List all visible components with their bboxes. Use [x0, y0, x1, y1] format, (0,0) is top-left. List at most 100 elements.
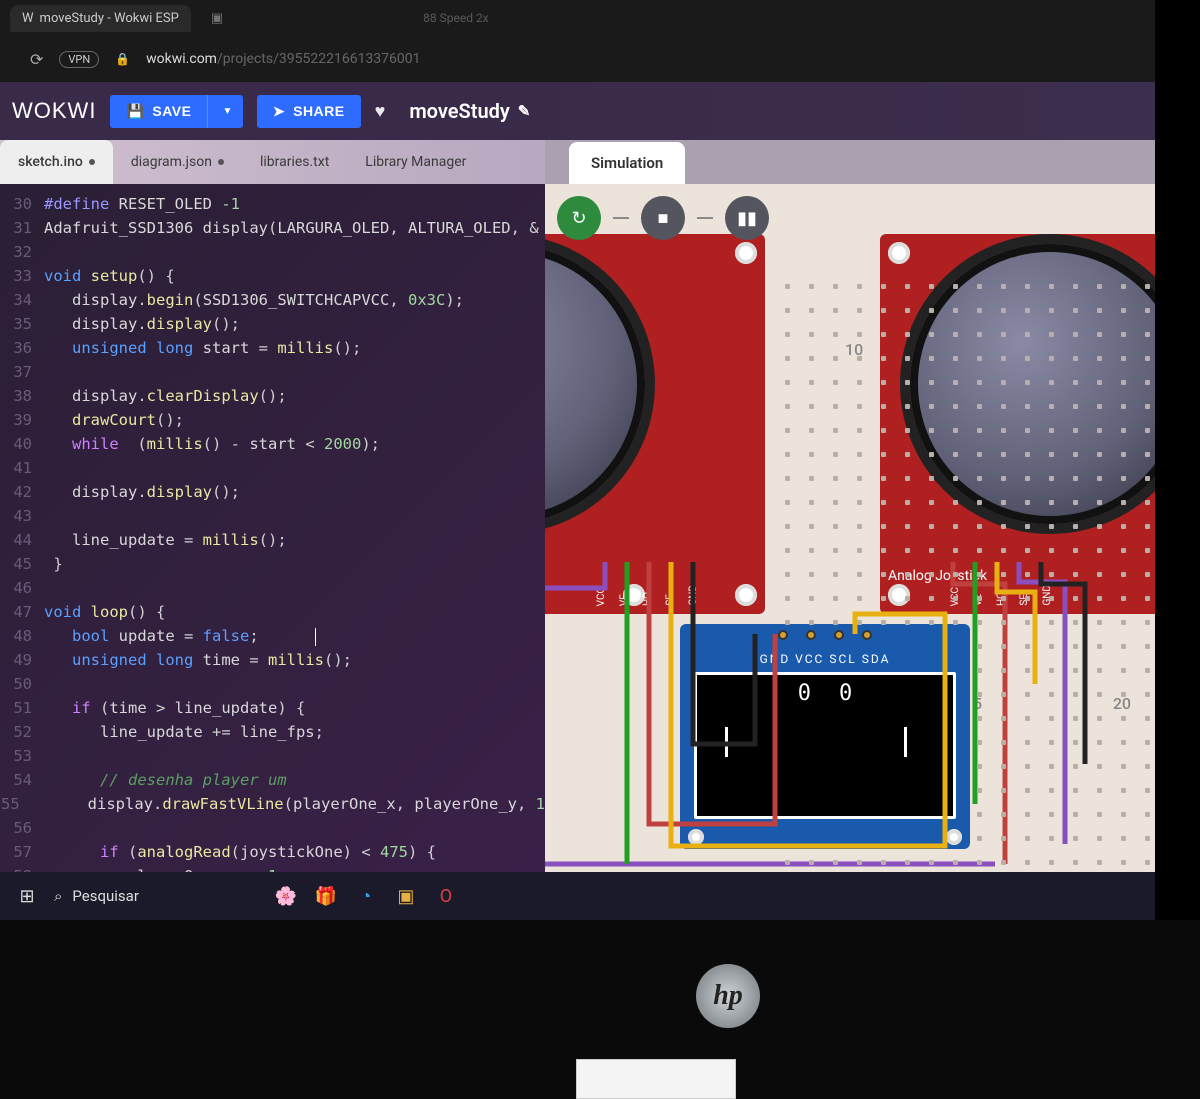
code-text: display.drawFastVLine(playerOne_x, playe… [32, 792, 545, 816]
code-line[interactable]: 37 [0, 360, 545, 384]
browser-tab[interactable]: W moveStudy - Wokwi ESP [10, 5, 191, 32]
code-line[interactable]: 50 [0, 672, 545, 696]
oled-pin-labels: GND VCC SCL SDA [680, 652, 970, 666]
oled-module[interactable]: GND VCC SCL SDA 00 [680, 624, 970, 849]
code-line[interactable]: 47void loop() { [0, 600, 545, 624]
file-tab-libraries[interactable]: libraries.txt [242, 140, 347, 184]
joystick-right[interactable]: Analog Joystick VCC VE HO SE GND [880, 234, 1155, 614]
breadboard-hole [857, 452, 862, 457]
breadboard-hole [881, 404, 886, 409]
breadboard-hole [1145, 500, 1150, 505]
breadboard-hole [977, 524, 982, 529]
extension-icon[interactable]: ▣ [211, 11, 223, 26]
breadboard-hole [977, 548, 982, 553]
code-line[interactable]: 30#define RESET_OLED -1 [0, 192, 545, 216]
edit-icon[interactable]: ✎ [518, 102, 531, 120]
pin-vcc: VCC [596, 587, 607, 606]
code-line[interactable]: 56 [0, 816, 545, 840]
wokwi-logo[interactable]: WOKWI [12, 98, 96, 124]
code-line[interactable]: 42 display.display(); [0, 480, 545, 504]
code-line[interactable]: 31Adafruit_SSD1306 display(LARGURA_OLED,… [0, 216, 545, 240]
taskbar-app-icon[interactable]: 🎁 [313, 883, 339, 909]
code-line[interactable]: 34 display.begin(SSD1306_SWITCHCAPVCC, 0… [0, 288, 545, 312]
reload-icon[interactable]: ⟳ [30, 50, 43, 69]
tab-simulation[interactable]: Simulation [569, 142, 685, 184]
code-line[interactable]: 58 playerOne_y += 1; [0, 864, 545, 872]
share-button[interactable]: ➤ SHARE [257, 95, 361, 128]
code-line[interactable]: 40 while (millis() - start < 2000); [0, 432, 545, 456]
joystick-knob[interactable] [545, 244, 645, 524]
code-line[interactable]: 36 unsigned long start = millis(); [0, 336, 545, 360]
vpn-badge[interactable]: VPN [59, 51, 99, 68]
code-line[interactable]: 41 [0, 456, 545, 480]
code-editor[interactable]: 30#define RESET_OLED -131Adafruit_SSD130… [0, 184, 545, 872]
code-line[interactable]: 39 drawCourt(); [0, 408, 545, 432]
breadboard-hole [1121, 860, 1126, 865]
save-button[interactable]: 💾 SAVE [110, 95, 207, 128]
stop-button[interactable]: ■ [641, 196, 685, 240]
joystick-left[interactable]: Analog Joystick VCC VE HO SE GND [545, 234, 765, 614]
breadboard-hole [833, 380, 838, 385]
breadboard-hole [1025, 332, 1030, 337]
url[interactable]: wokwi.com/projects/395522216613376001 [146, 51, 420, 67]
app-bar: WOKWI 💾 SAVE ▼ ➤ SHARE ♥ moveStudy ✎ [0, 82, 1155, 140]
breadboard-hole [1073, 380, 1078, 385]
save-button-group: 💾 SAVE ▼ [110, 95, 242, 128]
breadboard-hole [1073, 620, 1078, 625]
breadboard-hole [1145, 596, 1150, 601]
code-line[interactable]: 44 line_update = millis(); [0, 528, 545, 552]
simulation-pane[interactable]: /*decorative only*/ 10 5 20 Analog Joyst… [545, 184, 1155, 872]
breadboard-hole [833, 596, 838, 601]
file-tab-sketch[interactable]: sketch.ino [0, 140, 113, 184]
code-line[interactable]: 48 bool update = false; [0, 624, 545, 648]
pause-button[interactable]: ▮▮ [725, 196, 769, 240]
project-title[interactable]: moveStudy ✎ [409, 99, 530, 123]
breadboard-hole [1097, 620, 1102, 625]
heart-icon[interactable]: ♥ [375, 101, 386, 122]
breadboard-hole [1049, 572, 1054, 577]
workspace: 30#define RESET_OLED -131Adafruit_SSD130… [0, 184, 1155, 872]
start-icon[interactable]: ⊞ [14, 883, 40, 909]
code-line[interactable]: 54 // desenha player um [0, 768, 545, 792]
code-line[interactable]: 33void setup() { [0, 264, 545, 288]
code-text [44, 672, 545, 696]
file-tab-diagram[interactable]: diagram.json [113, 140, 242, 184]
breadboard-hole [857, 284, 862, 289]
code-line[interactable]: 35 display.display(); [0, 312, 545, 336]
file-tab-library-manager[interactable]: Library Manager [347, 140, 484, 184]
windows-taskbar[interactable]: ⊞ ⌕ Pesquisar 🌸 🎁 ◔ ▣ O [0, 872, 1155, 920]
breadboard-hole [1145, 356, 1150, 361]
code-line[interactable]: 57 if (analogRead(joystickOne) < 475) { [0, 840, 545, 864]
code-line[interactable]: 43 [0, 504, 545, 528]
joystick-knob[interactable] [910, 244, 1155, 524]
taskbar-app-icon[interactable]: 🌸 [273, 883, 299, 909]
taskbar-search[interactable]: ⌕ Pesquisar [54, 887, 139, 905]
opera-icon[interactable]: O [433, 883, 459, 909]
code-line[interactable]: 38 display.clearDisplay(); [0, 384, 545, 408]
edge-icon[interactable]: ◔ [353, 883, 379, 909]
code-line[interactable]: 55 display.drawFastVLine(playerOne_x, pl… [0, 792, 545, 816]
browser-tab-strip: W moveStudy - Wokwi ESP ▣ 88 Speed 2x [0, 0, 1155, 36]
restart-button[interactable]: ↻ [557, 196, 601, 240]
breadboard-hole [1073, 716, 1078, 721]
breadboard-hole [881, 380, 886, 385]
breadboard-hole [1121, 692, 1126, 697]
mount-hole [888, 584, 910, 606]
code-line[interactable]: 32 [0, 240, 545, 264]
breadboard-hole [809, 500, 814, 505]
breadboard-hole [1025, 620, 1030, 625]
explorer-icon[interactable]: ▣ [393, 883, 419, 909]
line-number: 51 [0, 696, 44, 720]
code-line[interactable]: 45 } [0, 552, 545, 576]
mount-hole [946, 829, 962, 845]
save-dropdown[interactable]: ▼ [207, 95, 242, 128]
breadboard-hole [1049, 500, 1054, 505]
breadboard-hole [857, 380, 862, 385]
code-line[interactable]: 53 [0, 744, 545, 768]
breadboard-hole [857, 428, 862, 433]
mount-hole [735, 584, 757, 606]
code-line[interactable]: 52 line_update += line_fps; [0, 720, 545, 744]
code-line[interactable]: 46 [0, 576, 545, 600]
code-line[interactable]: 49 unsigned long time = millis(); [0, 648, 545, 672]
code-line[interactable]: 51 if (time > line_update) { [0, 696, 545, 720]
